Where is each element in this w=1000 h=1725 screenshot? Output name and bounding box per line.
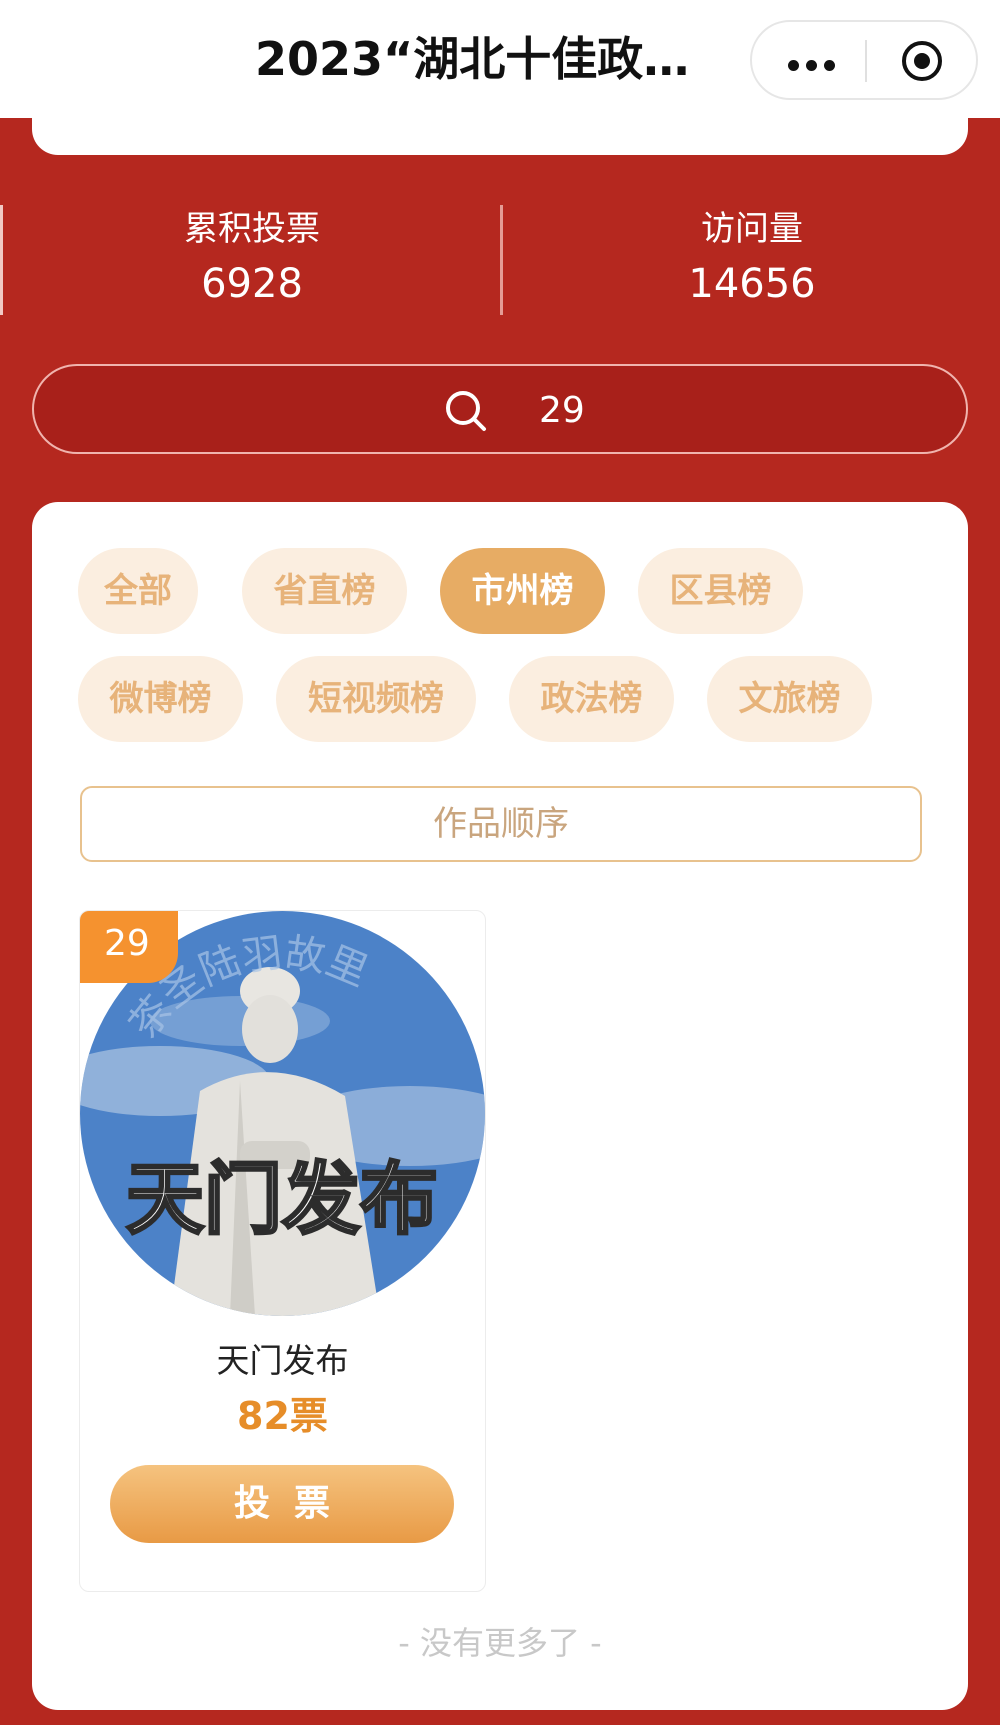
- visits-stat: 访问量 14656: [602, 205, 902, 311]
- tab-short-video[interactable]: 短视频榜: [276, 656, 476, 742]
- visits-label: 访问量: [701, 209, 803, 249]
- total-votes-stat: 累积投票 6928: [102, 205, 402, 311]
- tab-county[interactable]: 区县榜: [638, 548, 803, 634]
- visits-value: 14656: [688, 261, 816, 307]
- vote-button[interactable]: 投票: [110, 1465, 454, 1543]
- sort-order-button[interactable]: 作品顺序: [80, 786, 922, 862]
- tab-politics-law[interactable]: 政法榜: [509, 656, 674, 742]
- header-card: [32, 100, 968, 155]
- search-icon: [446, 391, 486, 431]
- no-more-text: - 没有更多了 -: [398, 1624, 602, 1662]
- stats-edge-divider: [0, 205, 3, 315]
- total-votes-label: 累积投票: [184, 209, 320, 249]
- stats-divider: [500, 205, 503, 315]
- close-target-icon[interactable]: [900, 39, 944, 83]
- entry-name: 天门发布: [216, 1341, 349, 1380]
- tab-city[interactable]: 市州榜: [440, 548, 605, 634]
- search-query[interactable]: 29: [539, 386, 585, 436]
- rank-badge: 29: [80, 911, 178, 983]
- mini-program-capsule: [750, 20, 978, 100]
- capsule-divider: [865, 40, 867, 82]
- page-title: 2023“湖北十佳政…: [255, 32, 690, 86]
- total-votes-value: 6928: [201, 261, 303, 307]
- content-panel: 全部 省直榜 市州榜 区县榜 微博榜 短视频榜 政法榜 文旅榜 作品顺序 茶圣陆…: [32, 502, 968, 1710]
- tab-weibo[interactable]: 微博榜: [78, 656, 243, 742]
- entry-votes: 82票: [237, 1394, 328, 1438]
- avatar-caption: 天门发布: [126, 1155, 438, 1245]
- entry-card[interactable]: 茶圣陆羽故里 天门发布 29 天门发布 82票 投票: [79, 910, 486, 1592]
- tab-culture-tourism[interactable]: 文旅榜: [707, 656, 872, 742]
- more-icon[interactable]: [788, 56, 848, 71]
- tab-all[interactable]: 全部: [78, 548, 198, 634]
- tab-provincial[interactable]: 省直榜: [242, 548, 407, 634]
- search-bar[interactable]: 29: [32, 364, 968, 454]
